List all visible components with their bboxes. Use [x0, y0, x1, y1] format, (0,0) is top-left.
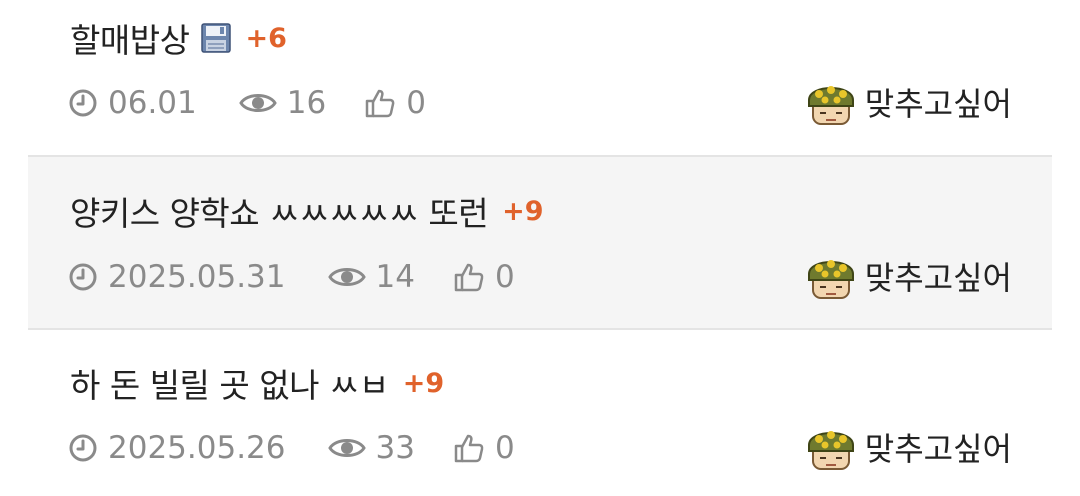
post-title[interactable]: 할매밥상 [70, 14, 190, 62]
views-value: 14 [375, 259, 415, 295]
post-likes: 0 [453, 259, 515, 295]
author-name[interactable]: 맞추고싶어 [865, 79, 1012, 125]
post-meta: 06.01 16 0 [68, 83, 426, 123]
reply-count-badge[interactable]: +9 [502, 196, 543, 227]
post-meta: 2025.05.26 33 0 [68, 428, 515, 468]
date-value: 06.01 [108, 85, 197, 121]
post-item[interactable]: 양키스 양학쇼 ㅆㅆㅆㅆㅆ 또런 +9 2025.05.31 14 0 맞추고싶… [28, 157, 1052, 330]
clock-icon [68, 433, 98, 463]
post-author[interactable]: 맞추고싶어 [805, 421, 1012, 473]
post-item[interactable]: 하 돈 빌릴 곳 없나 ㅆㅂ +9 2025.05.26 33 0 맞추고싶어 [28, 330, 1052, 496]
post-title[interactable]: 하 돈 빌릴 곳 없나 ㅆㅂ [70, 359, 389, 407]
clock-icon [68, 262, 98, 292]
post-meta: 2025.05.31 14 0 [68, 257, 515, 297]
likes-value: 0 [406, 85, 426, 121]
soldier-helmet-avatar [805, 76, 857, 128]
eye-icon [238, 90, 277, 116]
post-author[interactable]: 맞추고싶어 [805, 76, 1012, 128]
clock-icon [68, 88, 98, 118]
views-value: 33 [375, 430, 415, 466]
right-margin [1052, 0, 1080, 496]
left-margin [0, 0, 28, 496]
post-list: 할매밥상 +6 06.01 16 0 맞추고싶어 양키스 양학쇼 ㅆㅆㅆㅆㅆ 또… [0, 0, 1080, 496]
post-author[interactable]: 맞추고싶어 [805, 250, 1012, 302]
post-item[interactable]: 할매밥상 +6 06.01 16 0 맞추고싶어 [28, 0, 1052, 157]
post-date: 2025.05.26 [68, 430, 286, 466]
post-views: 16 [238, 85, 327, 121]
post-title-row[interactable]: 양키스 양학쇼 ㅆㅆㅆㅆㅆ 또런 +9 [70, 189, 544, 233]
author-name[interactable]: 맞추고싶어 [865, 253, 1012, 299]
thumbs-up-icon [453, 261, 485, 293]
floppy-icon [201, 23, 232, 53]
post-date: 2025.05.31 [68, 259, 286, 295]
views-value: 16 [286, 85, 327, 121]
post-likes: 0 [364, 85, 426, 121]
eye-icon [327, 264, 366, 290]
post-likes: 0 [453, 430, 515, 466]
date-value: 2025.05.26 [108, 430, 286, 466]
likes-value: 0 [494, 430, 515, 466]
post-views: 14 [327, 259, 415, 295]
eye-icon [327, 435, 366, 461]
likes-value: 0 [494, 259, 515, 295]
thumbs-up-icon [364, 87, 396, 119]
post-title-row[interactable]: 하 돈 빌릴 곳 없나 ㅆㅂ +9 [70, 361, 444, 405]
soldier-helmet-avatar [805, 250, 857, 302]
date-value: 2025.05.31 [108, 259, 286, 295]
reply-count-badge[interactable]: +6 [245, 23, 286, 54]
post-date: 06.01 [68, 85, 197, 121]
post-title[interactable]: 양키스 양학쇼 ㅆㅆㅆㅆㅆ 또런 [70, 187, 489, 235]
author-name[interactable]: 맞추고싶어 [865, 424, 1012, 470]
soldier-helmet-avatar [805, 421, 857, 473]
post-views: 33 [327, 430, 415, 466]
reply-count-badge[interactable]: +9 [403, 368, 444, 399]
thumbs-up-icon [453, 432, 485, 464]
post-title-row[interactable]: 할매밥상 +6 [70, 16, 287, 60]
